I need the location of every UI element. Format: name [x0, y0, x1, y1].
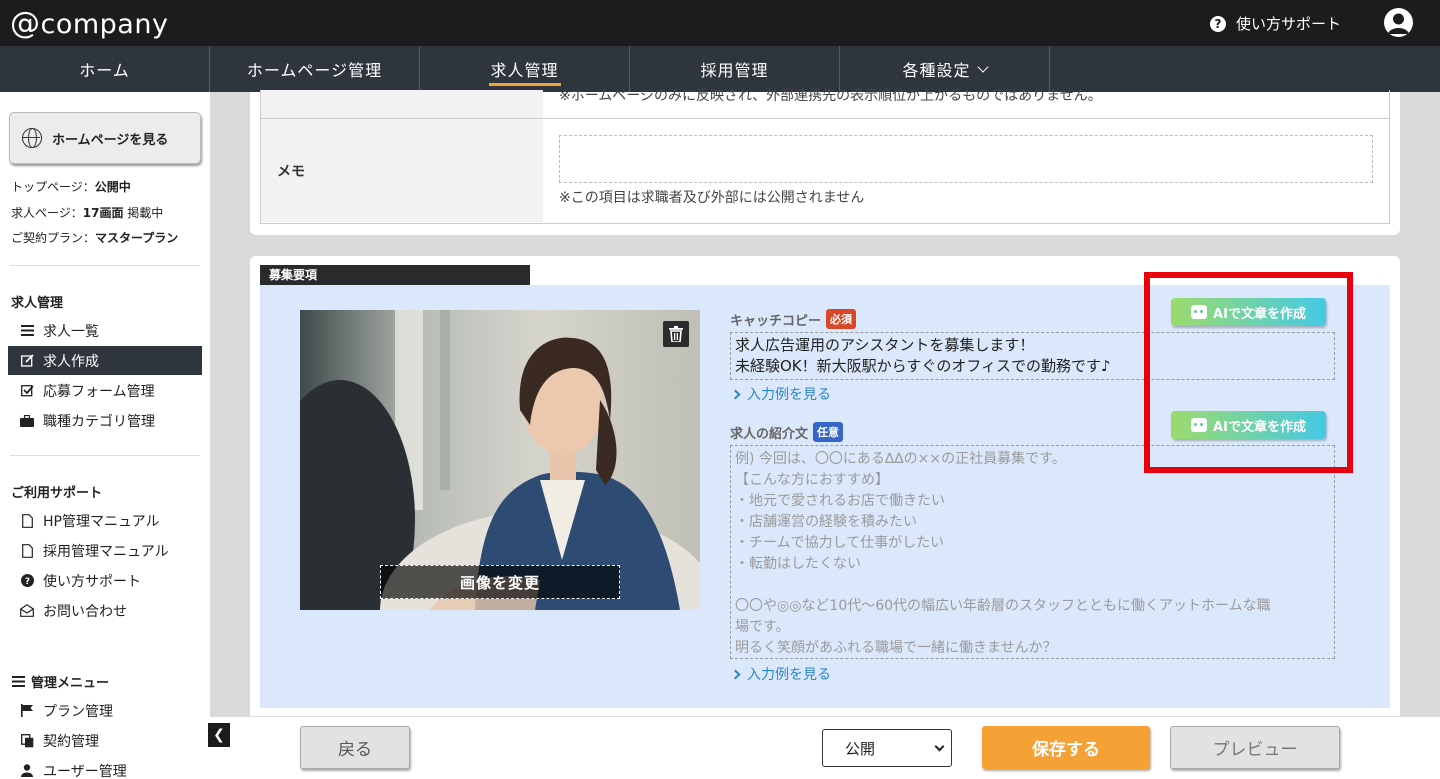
pdf-icon [20, 543, 34, 558]
sidebar: ホームページを見る トップページ：公開中 求人ページ：17画面 掲載中 ご契約プ… [0, 92, 210, 779]
sidebar-item-label: プラン管理 [43, 703, 113, 720]
nav-homepage-label: ホームページ管理 [246, 61, 383, 80]
sidebar-item-label: 契約管理 [43, 733, 99, 750]
sidebar-divider [10, 265, 200, 266]
check-square-icon [20, 384, 34, 398]
sidebar-item-job-create[interactable]: 求人作成 [8, 346, 202, 375]
recruit-section-tab: 募集要項 [260, 265, 530, 285]
view-homepage-label: ホームページを見る [52, 132, 169, 148]
memo-label: メモ [277, 164, 305, 180]
chevron-right-icon [730, 669, 741, 679]
intro-text-input[interactable]: 例) 今回は、〇〇にある∆∆の××の正社員募集です。 【こんな方におすすめ】 ・… [730, 445, 1335, 659]
top-page-status: トップページ：公開中 [11, 180, 131, 194]
nav-home[interactable]: ホーム [0, 46, 210, 92]
sidebar-divider [10, 455, 200, 456]
save-button[interactable]: 保存する [982, 726, 1150, 769]
nav-settings-label: 各種設定 [902, 61, 971, 80]
catch-example-link[interactable]: 入力例を見る [730, 384, 831, 404]
publish-status-select[interactable]: 公開 [822, 729, 952, 767]
sidebar-item-category-management[interactable]: 職種カテゴリ管理 [8, 406, 202, 435]
menu-icon [11, 675, 25, 689]
sidebar-item-recruit-manual[interactable]: 採用管理マニュアル [8, 536, 202, 565]
intro-example-link[interactable]: 入力例を見る [730, 664, 831, 684]
sidebar-item-job-list[interactable]: 求人一覧 [8, 316, 202, 345]
trash-icon [669, 326, 683, 342]
highlight-box [1144, 272, 1353, 473]
copy-icon [20, 733, 34, 748]
required-badge: 必須 [826, 309, 857, 329]
sidebar-item-label: 求人作成 [43, 353, 99, 370]
row-label-cell [261, 90, 543, 118]
preview-button[interactable]: プレビュー [1170, 726, 1340, 769]
settings-table: ※ホームページのみに反映され、外部連携先の表示順位が上がるものではありません。 … [260, 88, 1390, 224]
chevron-left-icon: ❮ [213, 727, 225, 743]
optional-badge: 任意 [813, 422, 844, 442]
back-button[interactable]: 戻る [300, 726, 410, 769]
edit-icon [20, 354, 34, 368]
help-support-link[interactable]: ? 使い方サポート [1210, 13, 1341, 34]
admin-section-title: 管理メニュー [11, 672, 109, 691]
sidebar-item-user[interactable]: ユーザー管理 [8, 756, 202, 779]
job-section-title: 求人管理 [11, 296, 64, 311]
nav-homepage-management[interactable]: ホームページ管理 [210, 46, 420, 92]
memo-label-cell: メモ [261, 119, 543, 222]
sidebar-item-label: HP管理マニュアル [43, 513, 160, 530]
catch-copy-label: キャッチコピー 必須 [730, 309, 857, 329]
support-section-title: ご利用サポート [11, 486, 103, 501]
user-avatar[interactable] [1384, 8, 1413, 37]
publish-status-value: 公開 [845, 739, 876, 758]
nav-recruitment-label: 採用管理 [700, 61, 769, 80]
nav-home-label: ホーム [79, 61, 130, 80]
sidebar-collapse-button[interactable]: ❮ [208, 723, 230, 747]
sidebar-item-contact[interactable]: お問い合わせ [8, 596, 202, 625]
user-icon [20, 764, 34, 778]
envelope-open-icon [20, 604, 34, 618]
view-homepage-button[interactable]: ホームページを見る [9, 112, 201, 164]
plan-status: ご契約プラン：マスタープラン [11, 231, 179, 245]
memo-input[interactable] [559, 135, 1373, 183]
intro-text-label: 求人の紹介文 任意 [730, 422, 844, 442]
delete-image-button[interactable] [663, 321, 689, 347]
sidebar-item-label: 採用管理マニュアル [43, 543, 169, 560]
intro-placeholder: 例) 今回は、〇〇にある∆∆の××の正社員募集です。 【こんな方におすすめ】 ・… [735, 451, 1271, 656]
sidebar-item-hp-manual[interactable]: HP管理マニュアル [8, 506, 202, 535]
help-label: 使い方サポート [1236, 15, 1342, 33]
sidebar-item-label: 職種カテゴリ管理 [43, 413, 155, 430]
question-icon: ? [1210, 15, 1226, 32]
sidebar-item-label: お問い合わせ [43, 603, 127, 620]
sidebar-item-label: ユーザー管理 [43, 763, 127, 779]
list-icon [20, 324, 34, 338]
sidebar-item-label: 求人一覧 [43, 323, 99, 340]
nav-job-label: 求人管理 [490, 61, 559, 80]
chevron-right-icon [730, 389, 741, 399]
upper-card: ※ホームページのみに反映され、外部連携先の表示順位が上がるものではありません。 … [250, 88, 1400, 235]
change-image-button[interactable]: 画像を変更 [380, 565, 620, 599]
sidebar-item-label: 応募フォーム管理 [43, 383, 155, 400]
sidebar-item-contract[interactable]: 契約管理 [8, 726, 202, 755]
briefcase-icon [20, 414, 34, 428]
sidebar-item-label: 使い方サポート [43, 573, 141, 590]
user-icon [1388, 13, 1409, 34]
pdf-icon [20, 513, 34, 528]
memo-note: ※この項目は求職者及び外部には公開されません [559, 190, 865, 206]
question-icon: ? [20, 574, 34, 588]
sort-order-note: ※ホームページのみに反映され、外部連携先の表示順位が上がるものではありません。 [559, 88, 1102, 104]
chevron-down-icon [934, 741, 945, 752]
company-logo[interactable]: @company [10, 6, 168, 41]
svg-text:?: ? [24, 577, 29, 587]
sidebar-item-form-management[interactable]: 応募フォーム管理 [8, 376, 202, 405]
globe-icon [22, 128, 42, 148]
chevron-down-icon [976, 60, 989, 73]
job-page-status: 求人ページ：17画面 掲載中 [11, 206, 164, 220]
sidebar-item-plan[interactable]: プラン管理 [8, 696, 202, 725]
top-bar: @company ? 使い方サポート [0, 0, 1440, 46]
flag-icon [20, 704, 34, 718]
sidebar-item-usage-support[interactable]: ? 使い方サポート [8, 566, 202, 595]
